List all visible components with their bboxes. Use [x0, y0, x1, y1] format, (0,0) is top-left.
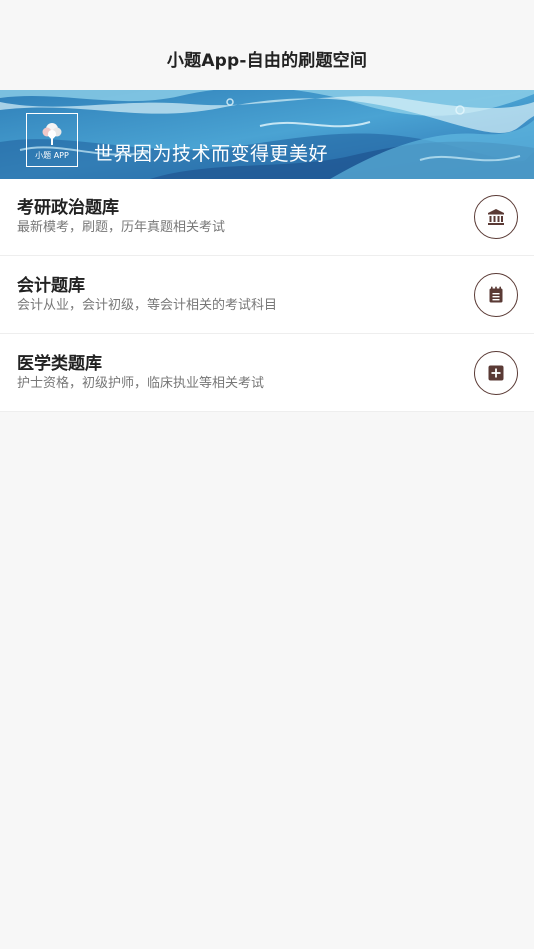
list-item-accounting[interactable]: 会计题库 会计从业，会计初级，等会计相关的考试科目 [0, 256, 534, 334]
item-description: 会计从业，会计初级，等会计相关的考试科目 [17, 297, 278, 313]
category-list: 考研政治题库 最新模考，刷题，历年真题相关考试 会计题库 会计从业，会计初级，等… [0, 179, 534, 412]
bank-icon[interactable] [474, 195, 518, 239]
page-title: 小题App-自由的刷题空间 [166, 51, 368, 71]
header-bar: 小题App-自由的刷题空间 [0, 0, 534, 90]
item-text: 医学类题库 护士资格，初级护师，临床执业等相关考试 [17, 354, 474, 392]
item-description: 最新模考，刷题，历年真题相关考试 [17, 220, 226, 235]
banner-slogan: 世界因为技术而变得更美好 [94, 143, 329, 165]
list-item-politics[interactable]: 考研政治题库 最新模考，刷题，历年真题相关考试 [0, 179, 534, 256]
medical-plus-icon[interactable] [474, 350, 518, 395]
item-title: 会计题库 [17, 275, 85, 296]
app-screen: 小题App-自由的刷题空间 小题 APP 世界因为技术而变得更美好 考研政治题库… [0, 0, 534, 949]
logo-label: 小题 APP [35, 151, 69, 160]
item-title: 医学类题库 [17, 353, 102, 374]
tree-icon [42, 123, 62, 145]
banner[interactable]: 小题 APP 世界因为技术而变得更美好 [0, 90, 534, 179]
notepad-icon[interactable] [474, 272, 518, 317]
item-description: 护士资格，初级护师，临床执业等相关考试 [17, 375, 265, 391]
app-logo: 小题 APP [26, 113, 78, 167]
item-text: 会计题库 会计从业，会计初级，等会计相关的考试科目 [17, 276, 474, 314]
item-text: 考研政治题库 最新模考，刷题，历年真题相关考试 [17, 198, 474, 236]
item-title: 考研政治题库 [17, 198, 119, 218]
list-item-medical[interactable]: 医学类题库 护士资格，初级护师，临床执业等相关考试 [0, 334, 534, 412]
